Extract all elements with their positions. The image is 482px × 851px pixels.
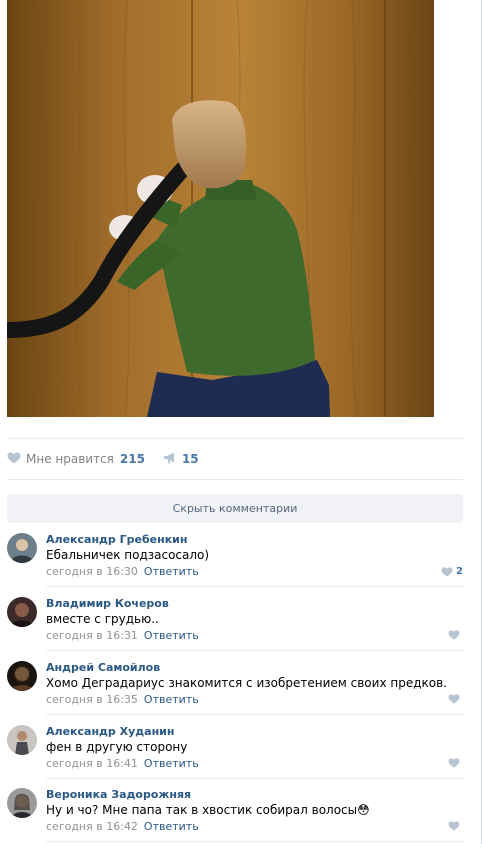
post-photo[interactable] bbox=[7, 0, 434, 417]
divider bbox=[46, 650, 463, 651]
comment-author[interactable]: Андрей Самойлов bbox=[46, 661, 160, 674]
divider bbox=[7, 438, 463, 439]
reply-link[interactable]: Ответить bbox=[144, 629, 199, 642]
comment-like-button[interactable] bbox=[448, 694, 463, 704]
comment-like-button[interactable] bbox=[448, 758, 463, 768]
comment: Вероника Задорожняя Ну и чо? Мне папа та… bbox=[7, 788, 463, 851]
reply-link[interactable]: Ответить bbox=[144, 693, 199, 706]
comment-text: фен в другую сторону bbox=[46, 740, 188, 754]
megaphone-icon bbox=[163, 452, 182, 467]
comment-author[interactable]: Александр Гребенкин bbox=[46, 533, 188, 546]
comment-time[interactable]: сегодня в 16:42 bbox=[46, 820, 138, 833]
reply-link[interactable]: Ответить bbox=[144, 757, 199, 770]
heart-icon bbox=[448, 821, 460, 831]
comment: Андрей Самойлов Хомо Деградариус знакоми… bbox=[7, 661, 463, 724]
comment-time[interactable]: сегодня в 16:30 bbox=[46, 565, 138, 578]
divider bbox=[7, 479, 463, 480]
comment-text: Хомо Деградариус знакомится с изобретени… bbox=[46, 676, 447, 690]
share-count: 15 bbox=[181, 452, 199, 466]
comment-like-count: 2 bbox=[456, 566, 463, 577]
divider bbox=[46, 714, 463, 715]
avatar[interactable] bbox=[7, 597, 37, 627]
like-count: 215 bbox=[119, 452, 145, 466]
comment: Владимир Кочеров вместе с грудью.. сегод… bbox=[7, 597, 463, 660]
avatar[interactable] bbox=[7, 533, 37, 563]
comment-meta: сегодня в 16:30 Ответить bbox=[46, 565, 199, 578]
avatar[interactable] bbox=[7, 725, 37, 755]
comment-time[interactable]: сегодня в 16:35 bbox=[46, 693, 138, 706]
comment: Александр Гребенкин Ебальничек подзасоса… bbox=[7, 533, 463, 596]
comment-author[interactable]: Вероника Задорожняя bbox=[46, 788, 191, 801]
hide-comments-button[interactable]: Скрыть комментарии bbox=[7, 494, 463, 523]
comment-text: вместе с грудью.. bbox=[46, 612, 159, 626]
comment-meta: сегодня в 16:31 Ответить bbox=[46, 629, 199, 642]
comment-author[interactable]: Владимир Кочеров bbox=[46, 597, 169, 610]
divider bbox=[46, 778, 463, 779]
reply-link[interactable]: Ответить bbox=[144, 565, 199, 578]
divider bbox=[46, 841, 463, 842]
reply-link[interactable]: Ответить bbox=[144, 820, 199, 833]
comment: Александр Худанин фен в другую сторону с… bbox=[7, 725, 463, 788]
divider bbox=[46, 586, 463, 587]
like-label: Мне нравится bbox=[26, 452, 114, 466]
comment-author[interactable]: Александр Худанин bbox=[46, 725, 175, 738]
comment-time[interactable]: сегодня в 16:41 bbox=[46, 757, 138, 770]
post-actions: Мне нравится 215 15 bbox=[7, 446, 463, 472]
share-button[interactable]: 15 bbox=[163, 452, 199, 467]
comment-meta: сегодня в 16:35 Ответить bbox=[46, 693, 199, 706]
heart-icon bbox=[441, 566, 453, 577]
heart-icon bbox=[7, 452, 26, 467]
heart-icon bbox=[448, 758, 460, 768]
avatar[interactable] bbox=[7, 661, 37, 691]
avatar[interactable] bbox=[7, 788, 37, 818]
comment-like-button[interactable] bbox=[448, 821, 463, 831]
comment-text: Ебальничек подзасосало) bbox=[46, 548, 210, 562]
heart-icon bbox=[448, 694, 460, 704]
comment-meta: сегодня в 16:41 Ответить bbox=[46, 757, 199, 770]
comment-text: Ну и чо? Мне папа так в хвостик собирал … bbox=[46, 803, 370, 817]
like-button[interactable]: Мне нравится 215 bbox=[7, 452, 145, 467]
heart-icon bbox=[448, 630, 460, 640]
comment-time[interactable]: сегодня в 16:31 bbox=[46, 629, 138, 642]
comment-meta: сегодня в 16:42 Ответить bbox=[46, 820, 199, 833]
comment-like-button[interactable]: 2 bbox=[441, 566, 463, 577]
comment-like-button[interactable] bbox=[448, 630, 463, 640]
